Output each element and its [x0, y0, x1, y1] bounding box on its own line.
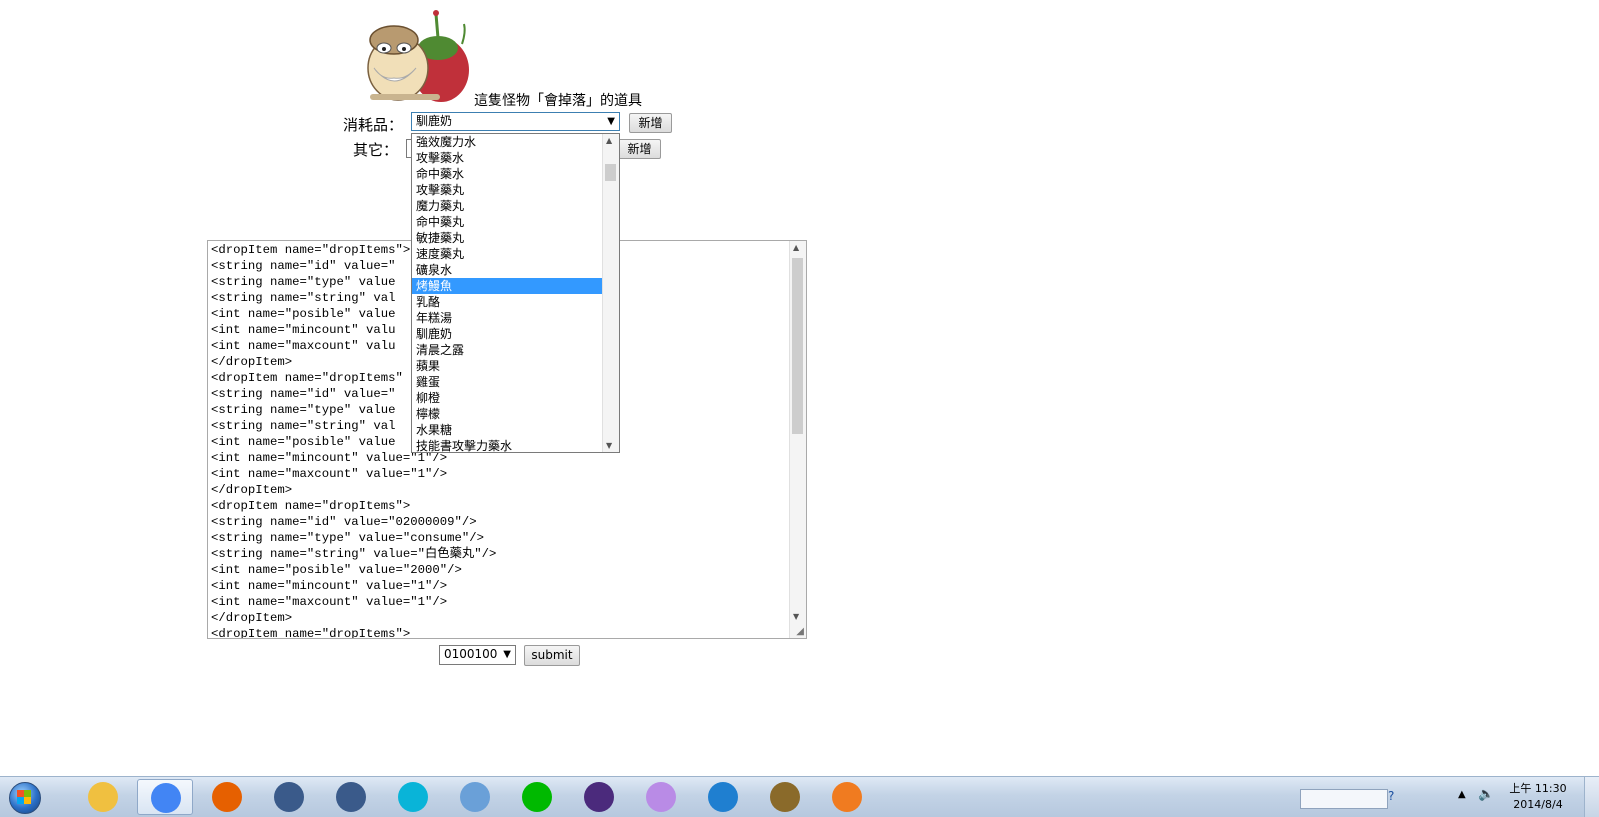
dropdown-option[interactable]: 命中藥丸	[412, 214, 602, 230]
taskbar-app[interactable]	[633, 779, 689, 815]
dropdown-option[interactable]: 乳酪	[412, 294, 602, 310]
taskbar-app[interactable]	[137, 779, 193, 815]
monster-id-value: 0100100	[444, 647, 498, 661]
eclipse-icon	[584, 782, 614, 812]
xml-line: <string name="type" value="consume"/>	[211, 531, 485, 545]
windows-flag-icon	[17, 790, 31, 804]
scroll-up-icon[interactable]: ▲	[606, 136, 612, 145]
dropdown-option[interactable]: 強效魔力水	[412, 134, 602, 150]
taskbar-app[interactable]	[509, 779, 565, 815]
dropdown-option[interactable]: 雞蛋	[412, 374, 602, 390]
hearthstone-icon	[770, 782, 800, 812]
taskbar: ? ▲ 🔈 上午 11:30 2014/8/4	[0, 776, 1599, 817]
dropdown-scroll-thumb[interactable]	[605, 164, 616, 181]
dropdown-option[interactable]: 水果糖	[412, 422, 602, 438]
xml-line: <string name="string" value="白色藥丸"/>	[211, 547, 497, 561]
scroll-up-icon[interactable]: ▲	[793, 243, 799, 252]
taskbar-app[interactable]	[199, 779, 255, 815]
xampp-icon	[832, 782, 862, 812]
textarea-scroll-thumb[interactable]	[792, 258, 803, 434]
dropdown-option[interactable]: 速度藥丸	[412, 246, 602, 262]
taskbar-app[interactable]	[757, 779, 813, 815]
file-explorer-icon	[88, 782, 118, 812]
taskbar-app[interactable]	[571, 779, 627, 815]
dropdown-option[interactable]: 礦泉水	[412, 262, 602, 278]
dropdown-option[interactable]: 馴鹿奶	[412, 326, 602, 342]
taskbar-app[interactable]	[447, 779, 503, 815]
consumable-dropdown-list[interactable]: 強效魔力水 攻擊藥水 命中藥水 攻擊藥丸 魔力藥丸 命中藥丸 敏捷藥丸 速度藥丸 礦泉水 烤鰻魚乳…	[411, 133, 620, 453]
xml-line: <int name="posible" value="2000"/>	[211, 563, 462, 577]
show-desktop-button[interactable]	[1584, 777, 1599, 817]
media-player-icon	[708, 782, 738, 812]
textarea-scrollbar[interactable]: ▲ ▼	[789, 241, 806, 638]
chevron-down-icon: ▼	[607, 116, 615, 127]
other-add-button[interactable]: 新增	[618, 139, 661, 159]
dropdown-option[interactable]: 攻擊藥丸	[412, 182, 602, 198]
taskbar-app[interactable]	[261, 779, 317, 815]
clock[interactable]: 上午 11:30 2014/8/4	[1509, 781, 1567, 813]
language-bar[interactable]	[1300, 789, 1388, 809]
dropdown-option[interactable]: 技能書攻擊力藥水	[412, 438, 602, 452]
line-icon	[522, 782, 552, 812]
tray-expand-icon[interactable]: ▲	[1458, 789, 1466, 800]
starcraft2-icon	[274, 782, 304, 812]
firefox-icon	[212, 782, 242, 812]
xml-line: <int name="maxcount" value="1"/>	[211, 467, 448, 481]
dropdown-option[interactable]: 命中藥水	[412, 166, 602, 182]
monster-image	[366, 8, 476, 104]
xml-line: <int name="maxcount" value="1"/>	[211, 595, 448, 609]
dropdown-option[interactable]: 清晨之露	[412, 342, 602, 358]
taskbar-app[interactable]	[695, 779, 751, 815]
start-button[interactable]	[4, 779, 46, 815]
taskbar-app[interactable]	[323, 779, 379, 815]
kkbox-icon	[398, 782, 428, 812]
xml-line: <dropItem name="dropItems">	[211, 499, 411, 513]
flower-app-icon	[646, 782, 676, 812]
virtualbox-icon	[460, 782, 490, 812]
dropdown-option[interactable]: 烤鰻魚	[412, 278, 602, 294]
taskbar-app[interactable]	[75, 779, 131, 815]
dropdown-option[interactable]: 蘋果	[412, 358, 602, 374]
dropdown-option[interactable]: 柳橙	[412, 390, 602, 406]
xml-line: <string name="id" value="02000009"/>	[211, 515, 477, 529]
monster-id-select[interactable]: 0100100 ▼	[439, 645, 516, 665]
xml-line: </dropItem>	[211, 611, 293, 625]
other-label: 其它：	[353, 141, 399, 159]
dropdown-option[interactable]: 敏捷藥丸	[412, 230, 602, 246]
starcraft2-icon	[336, 782, 366, 812]
clock-time: 上午 11:30	[1509, 782, 1567, 795]
taskbar-app[interactable]	[385, 779, 441, 815]
xml-line: <int name="mincount" value="1"/>	[211, 579, 448, 593]
consumable-label: 消耗品：	[343, 116, 404, 134]
dropdown-option[interactable]: 檸檬	[412, 406, 602, 422]
clock-date: 2014/8/4	[1513, 798, 1563, 811]
consumable-add-button[interactable]: 新增	[629, 113, 672, 133]
submit-button[interactable]: submit	[524, 645, 580, 666]
dropdown-option[interactable]: 年糕湯	[412, 310, 602, 326]
volume-icon[interactable]: 🔈	[1478, 787, 1494, 802]
chrome-icon	[151, 783, 181, 813]
xml-line: <dropItem name="dropItems">	[211, 627, 411, 639]
xml-line: </dropItem>	[211, 483, 293, 497]
dropdown-option[interactable]: 魔力藥丸	[412, 198, 602, 214]
scroll-down-icon[interactable]: ▼	[606, 441, 612, 450]
help-icon[interactable]: ?	[1388, 789, 1394, 803]
taskbar-app[interactable]	[819, 779, 875, 815]
monster-caption: 這隻怪物「會掉落」的道具	[474, 93, 642, 109]
consumable-select-value: 馴鹿奶	[416, 114, 453, 128]
dropdown-option[interactable]: 攻擊藥水	[412, 150, 602, 166]
dropdown-scrollbar[interactable]: ▲ ▼	[602, 134, 619, 452]
chevron-down-icon: ▼	[503, 649, 511, 660]
scroll-down-icon[interactable]: ▼	[793, 612, 799, 621]
resize-grip-icon[interactable]: ◢	[796, 626, 804, 637]
consumable-select[interactable]: 馴鹿奶 ▼	[411, 112, 620, 131]
